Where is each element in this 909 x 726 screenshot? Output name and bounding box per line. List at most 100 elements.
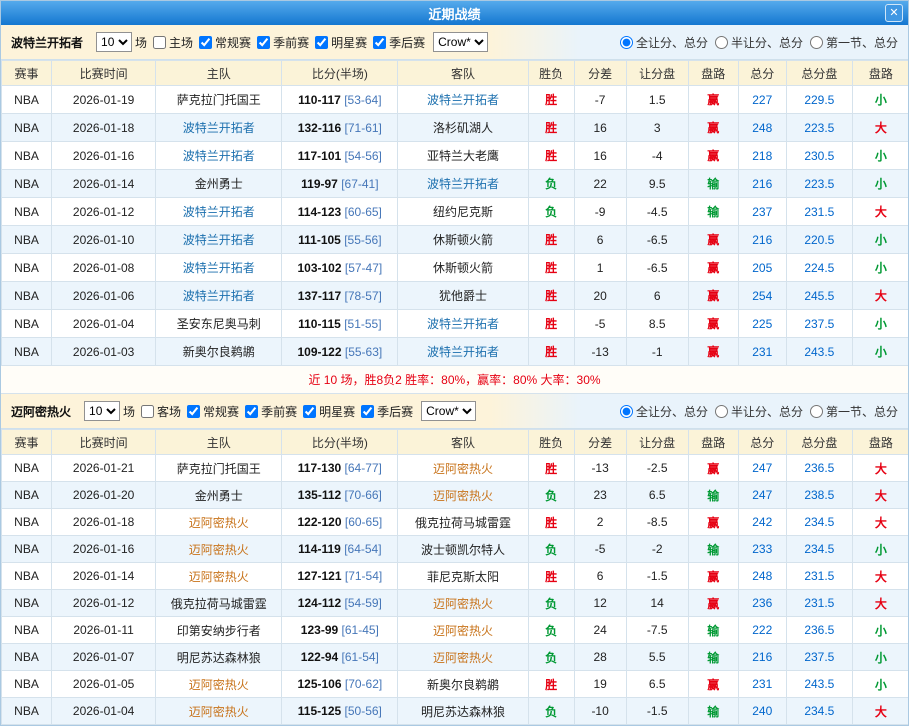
point-diff-cell: 6 (574, 563, 626, 590)
result-cell: 胜 (528, 455, 574, 482)
handicap-line-cell: -1.5 (626, 563, 688, 590)
close-icon: ✕ (889, 7, 898, 19)
games-count-select[interactable]: 10 (96, 32, 132, 52)
point-diff-cell: 19 (574, 671, 626, 698)
scope-radio-2[interactable]: 第一节、总分 (807, 34, 898, 51)
filter-checkbox-4[interactable]: 季后赛 (370, 34, 425, 51)
checkbox-input[interactable] (141, 405, 154, 418)
result-cell: 胜 (528, 86, 574, 114)
league-cell: NBA (2, 455, 52, 482)
score-cell: 122-94 [61-54] (282, 644, 398, 671)
checkbox-input[interactable] (245, 405, 258, 418)
dialog-title: 近期战绩 (428, 4, 480, 23)
filter-checkbox-4[interactable]: 季后赛 (358, 403, 413, 420)
filter-checkbox-2[interactable]: 季前赛 (254, 34, 309, 51)
game-row: NBA2026-01-18迈阿密热火122-120 [60-65]俄克拉荷马城雷… (2, 509, 909, 536)
date-cell: 2026-01-16 (52, 536, 156, 563)
total-points-cell: 248 (738, 114, 786, 142)
checkbox-input[interactable] (315, 36, 328, 49)
checkbox-label: 常规赛 (215, 34, 251, 51)
home-team-cell: 俄克拉荷马城雷霆 (156, 590, 282, 617)
games-count-select[interactable]: 10 (84, 401, 120, 421)
filter-checkbox-3[interactable]: 明星赛 (312, 34, 367, 51)
checkbox-input[interactable] (187, 405, 200, 418)
bookmaker-select[interactable]: Crow* (433, 32, 488, 52)
date-cell: 2026-01-19 (52, 86, 156, 114)
halftime-score: [54-59] (345, 596, 382, 610)
total-points-cell: 236 (738, 590, 786, 617)
filter-checkbox-0[interactable]: 客场 (138, 403, 181, 420)
league-cell: NBA (2, 282, 52, 310)
league-cell: NBA (2, 509, 52, 536)
scope-radio-0[interactable]: 全让分、总分 (617, 403, 708, 420)
score-cell: 114-123 [60-65] (282, 198, 398, 226)
filter-checkbox-1[interactable]: 常规赛 (196, 34, 251, 51)
checkbox-label: 常规赛 (203, 403, 239, 420)
scope-radio-1[interactable]: 半让分、总分 (712, 34, 803, 51)
handicap-line-cell: -6.5 (626, 226, 688, 254)
bookmaker-select[interactable]: Crow* (421, 401, 476, 421)
point-diff-cell: 20 (574, 282, 626, 310)
game-row: NBA2026-01-05迈阿密热火125-106 [70-62]新奥尔良鹈鹕胜… (2, 671, 909, 698)
radio-input[interactable] (715, 36, 728, 49)
handicap-line-cell: 6.5 (626, 671, 688, 698)
date-cell: 2026-01-12 (52, 590, 156, 617)
game-row: NBA2026-01-19萨克拉门托国王110-117 [53-64]波特兰开拓… (2, 86, 909, 114)
checkbox-input[interactable] (153, 36, 166, 49)
scope-radio-2[interactable]: 第一节、总分 (807, 403, 898, 420)
column-header: 盘路 (852, 61, 909, 86)
point-diff-cell: 23 (574, 482, 626, 509)
radio-input[interactable] (715, 405, 728, 418)
league-cell: NBA (2, 671, 52, 698)
total-points-cell: 247 (738, 482, 786, 509)
checkbox-input[interactable] (199, 36, 212, 49)
checkbox-input[interactable] (257, 36, 270, 49)
over-under-cell: 小 (852, 310, 909, 338)
checkbox-input[interactable] (303, 405, 316, 418)
league-cell: NBA (2, 310, 52, 338)
game-row: NBA2026-01-16波特兰开拓者117-101 [54-56]亚特兰大老鹰… (2, 142, 909, 170)
over-under-cell: 大 (852, 590, 909, 617)
close-button[interactable]: ✕ (885, 4, 903, 22)
halftime-score: [67-41] (341, 177, 378, 191)
scope-radio-0[interactable]: 全让分、总分 (617, 34, 708, 51)
checkbox-input[interactable] (373, 36, 386, 49)
checkbox-input[interactable] (361, 405, 374, 418)
point-diff-cell: -9 (574, 198, 626, 226)
column-header: 让分盘 (626, 430, 688, 455)
handicap-result-cell: 赢 (688, 338, 738, 366)
checkbox-label: 明星赛 (331, 34, 367, 51)
final-score: 114-119 (298, 542, 341, 556)
radio-input[interactable] (620, 36, 633, 49)
filter-checkbox-3[interactable]: 明星赛 (300, 403, 355, 420)
scope-radio-1[interactable]: 半让分、总分 (712, 403, 803, 420)
score-cell: 111-105 [55-56] (282, 226, 398, 254)
column-header: 胜负 (528, 61, 574, 86)
total-line-cell: 238.5 (786, 482, 852, 509)
handicap-result-cell: 赢 (688, 455, 738, 482)
date-cell: 2026-01-14 (52, 563, 156, 590)
result-cell: 负 (528, 617, 574, 644)
halftime-score: [53-64] (344, 93, 381, 107)
halftime-score: [64-77] (345, 461, 382, 475)
radio-input[interactable] (810, 405, 823, 418)
total-line-cell: 236.5 (786, 455, 852, 482)
handicap-line-cell: 1.5 (626, 86, 688, 114)
score-cell: 117-130 [64-77] (282, 455, 398, 482)
total-line-cell: 231.5 (786, 563, 852, 590)
away-team-cell: 波特兰开拓者 (398, 86, 528, 114)
point-diff-cell: 2 (574, 509, 626, 536)
game-row: NBA2026-01-14迈阿密热火127-121 [71-54]菲尼克斯太阳胜… (2, 563, 909, 590)
radio-input[interactable] (810, 36, 823, 49)
radio-input[interactable] (620, 405, 633, 418)
score-cell: 119-97 [67-41] (282, 170, 398, 198)
filter-checkbox-1[interactable]: 常规赛 (184, 403, 239, 420)
filter-checkbox-2[interactable]: 季前赛 (242, 403, 297, 420)
final-score: 110-115 (298, 317, 341, 331)
halftime-score: [64-54] (344, 542, 381, 556)
point-diff-cell: 12 (574, 590, 626, 617)
filter-checkbox-0[interactable]: 主场 (150, 34, 193, 51)
final-score: 109-122 (297, 345, 341, 359)
total-line-cell: 223.5 (786, 170, 852, 198)
date-cell: 2026-01-04 (52, 310, 156, 338)
